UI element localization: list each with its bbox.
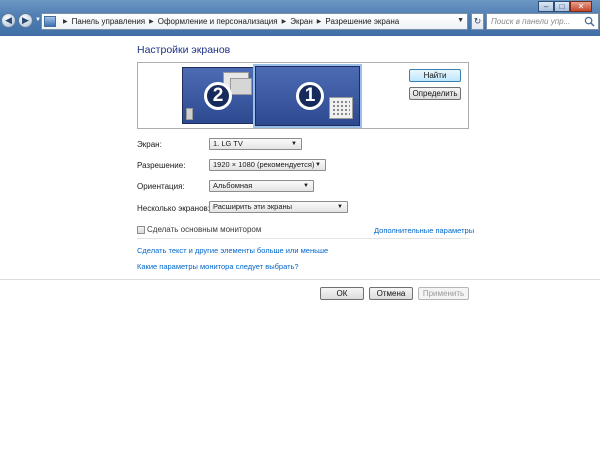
window-thumbnail xyxy=(230,78,252,95)
refresh-button[interactable]: ↻ xyxy=(471,13,484,30)
identify-button[interactable]: Определить xyxy=(409,87,461,100)
breadcrumb-item[interactable]: Экран xyxy=(290,17,313,26)
breadcrumb-item[interactable]: Оформление и персонализация xyxy=(158,17,278,26)
address-dropdown-icon[interactable]: ▼ xyxy=(457,17,464,24)
resolution-select[interactable]: 1920 × 1080 (рекомендуется) ▼ xyxy=(209,159,326,171)
chevron-down-icon: ▼ xyxy=(291,141,297,147)
display-select-value: 1. LG TV xyxy=(213,139,243,148)
text-size-link[interactable]: Сделать текст и другие элементы больше и… xyxy=(137,246,328,255)
find-button[interactable]: Найти xyxy=(409,69,461,82)
primary-monitor-checkbox[interactable] xyxy=(137,225,145,234)
advanced-settings-link[interactable]: Дополнительные параметры xyxy=(374,226,474,235)
chevron-right-icon[interactable]: ▶ xyxy=(149,18,154,25)
orientation-select[interactable]: Альбомная ▼ xyxy=(209,180,314,192)
monitor-2[interactable]: 2 xyxy=(182,67,254,124)
ok-button[interactable]: ОК xyxy=(320,287,364,300)
chevron-right-icon[interactable]: ▶ xyxy=(63,18,68,25)
resolution-label: Разрешение: xyxy=(137,161,186,170)
monitor-number: 2 xyxy=(204,82,232,110)
chevron-down-icon: ▼ xyxy=(303,183,309,189)
monitor-1[interactable]: 1 xyxy=(255,66,360,126)
orientation-label: Ориентация: xyxy=(137,182,185,191)
cancel-button[interactable]: Отмена xyxy=(369,287,413,300)
window-thumbnail xyxy=(186,108,193,120)
breadcrumb-item[interactable]: Панель управления xyxy=(72,17,146,26)
page-title: Настройки экранов xyxy=(137,44,231,56)
search-placeholder: Поиск в панели упр... xyxy=(491,17,571,26)
chevron-down-icon: ▼ xyxy=(315,162,321,168)
minimize-button[interactable]: – xyxy=(538,1,554,12)
close-button[interactable]: ✕ xyxy=(570,1,592,12)
address-bar[interactable]: ▶ Панель управления ▶ Оформление и персо… xyxy=(41,13,468,30)
apply-button[interactable]: Применить xyxy=(418,287,469,300)
resolution-select-value: 1920 × 1080 (рекомендуется) xyxy=(213,160,315,169)
multiple-displays-select-value: Расширить эти экраны xyxy=(213,202,293,211)
display-label: Экран: xyxy=(137,140,162,149)
control-panel-icon xyxy=(44,16,56,27)
chevron-right-icon[interactable]: ▶ xyxy=(282,18,287,25)
maximize-button[interactable]: □ xyxy=(554,1,570,12)
chevron-down-icon: ▼ xyxy=(337,204,343,210)
chevron-right-icon[interactable]: ▶ xyxy=(317,18,322,25)
breadcrumb-item[interactable]: Разрешение экрана xyxy=(325,17,399,26)
primary-monitor-checkbox-label[interactable]: Сделать основным монитором xyxy=(147,225,261,234)
footer-divider xyxy=(0,279,600,280)
primary-monitor-checkbox-row[interactable]: Сделать основным монитором xyxy=(137,225,261,234)
back-button[interactable]: ◀ xyxy=(1,13,16,28)
window-controls: – □ ✕ xyxy=(538,1,592,12)
orientation-select-value: Альбомная xyxy=(213,181,253,190)
multiple-displays-label: Несколько экранов: xyxy=(137,204,211,213)
title-bar: – □ ✕ ◀ ▶ ▼ ▶ Панель управления ▶ Оформл… xyxy=(0,0,600,36)
monitor-number: 1 xyxy=(296,82,324,110)
search-input[interactable]: Поиск в панели упр... xyxy=(486,13,599,30)
display-select[interactable]: 1. LG TV ▼ xyxy=(209,138,302,150)
divider xyxy=(137,238,469,239)
calculator-icon xyxy=(332,100,350,116)
multiple-displays-select[interactable]: Расширить эти экраны ▼ xyxy=(209,201,348,213)
forward-button[interactable]: ▶ xyxy=(18,13,33,28)
monitor-settings-help-link[interactable]: Какие параметры монитора следует выбрать… xyxy=(137,262,299,271)
search-icon[interactable] xyxy=(584,16,595,27)
